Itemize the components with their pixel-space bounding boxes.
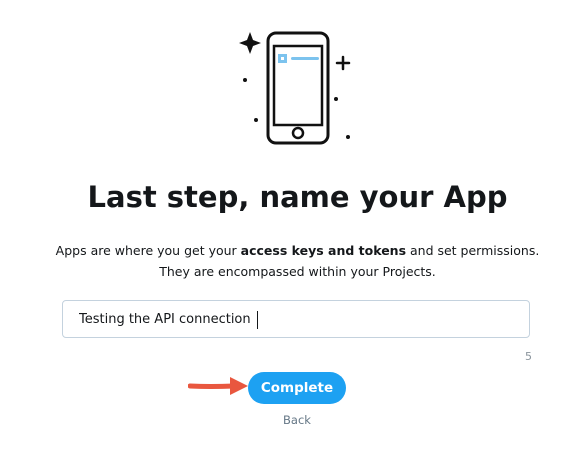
red-arrow-icon: [188, 377, 248, 395]
page-title: Last step, name your App: [87, 180, 508, 214]
app-name-input[interactable]: [63, 301, 529, 337]
text-caret: [256, 311, 258, 329]
screen-avatar-dot: [281, 57, 284, 60]
back-link[interactable]: Back: [268, 413, 326, 427]
dot-icon: [334, 97, 338, 101]
complete-button[interactable]: Complete: [248, 372, 346, 404]
dot-icon: [254, 118, 258, 122]
character-count: 5: [525, 350, 532, 363]
screen-text-line: [291, 57, 319, 60]
description-bold: access keys and tokens: [240, 243, 407, 258]
plus-icon: [335, 55, 351, 71]
smartphone-icon: [239, 31, 351, 145]
dot-icon: [243, 78, 247, 82]
dot-icon: [346, 135, 350, 139]
page-description: Apps are where you get your access keys …: [0, 240, 587, 282]
sparkle-icon: [239, 32, 261, 54]
name-app-page: Last step, name your App Apps are where …: [0, 0, 587, 450]
description-line-2: They are encompassed within your Project…: [159, 264, 436, 279]
description-line-1: Apps are where you get your access keys …: [55, 243, 540, 258]
home-button-icon: [291, 126, 305, 140]
app-name-field[interactable]: [62, 300, 530, 338]
phone-body: [266, 31, 330, 145]
